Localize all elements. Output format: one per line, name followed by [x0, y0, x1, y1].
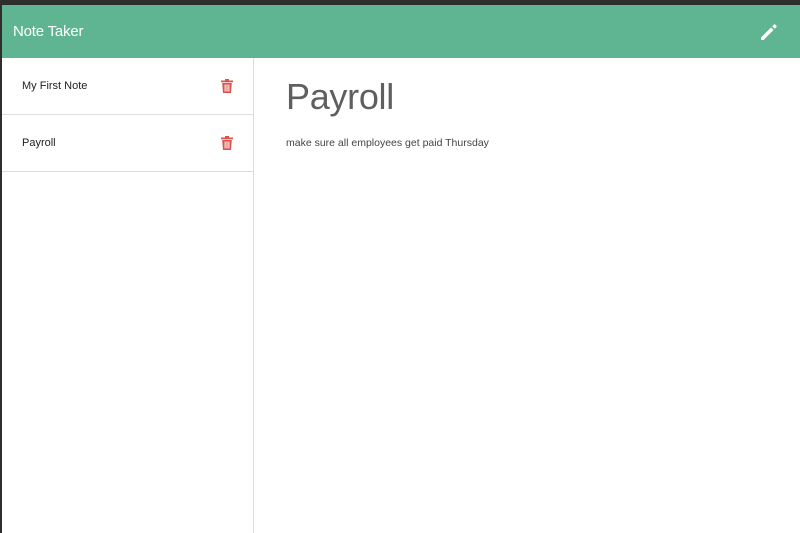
delete-note-button[interactable] — [220, 135, 234, 151]
pencil-icon — [761, 23, 777, 40]
note-text[interactable]: make sure all employees get paid Thursda… — [286, 137, 489, 149]
new-note-button[interactable] — [758, 21, 780, 43]
note-list-item[interactable]: My First Note — [2, 58, 253, 115]
note-title[interactable]: Payroll — [286, 76, 394, 118]
note-list-item[interactable]: Payroll — [2, 115, 253, 172]
note-list-item-title: My First Note — [22, 80, 88, 92]
navbar: Note Taker — [2, 5, 800, 58]
notes-sidebar: My First Note Payroll — [2, 58, 254, 533]
note-view: Payroll make sure all employees get paid… — [254, 58, 800, 533]
app-title[interactable]: Note Taker — [13, 23, 83, 40]
note-list-item-title: Payroll — [22, 137, 56, 149]
trash-icon — [221, 136, 233, 150]
note-list: My First Note Payroll — [2, 58, 253, 172]
delete-note-button[interactable] — [220, 78, 234, 94]
trash-icon — [221, 79, 233, 93]
